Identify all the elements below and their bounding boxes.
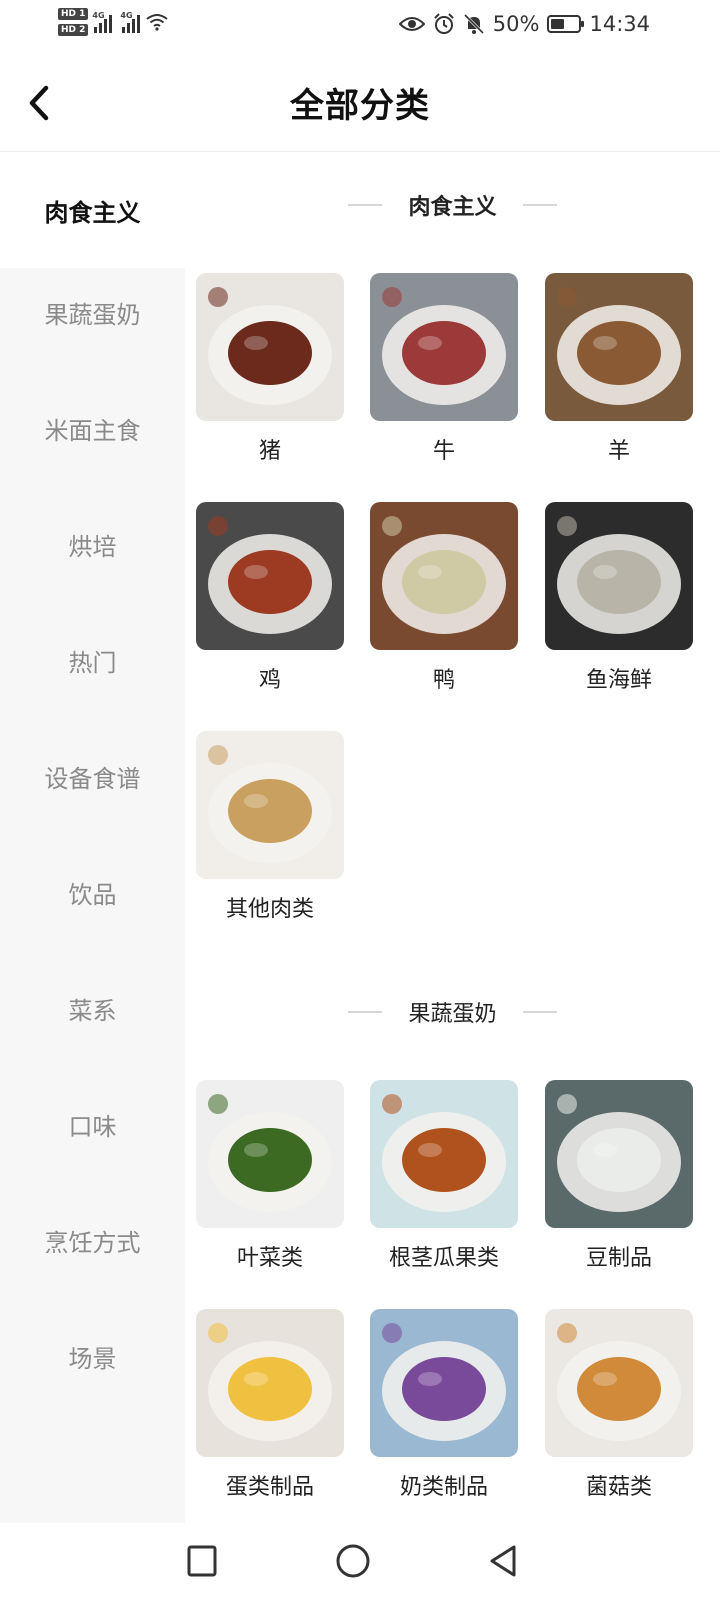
category-label: 蛋类制品: [225, 1475, 314, 1500]
category-card[interactable]: 其他肉类: [196, 731, 344, 923]
category-card[interactable]: 豆制品: [545, 1080, 693, 1272]
sidebar-item[interactable]: 饮品: [0, 834, 185, 950]
sidebar-item-label: 设备食谱: [44, 764, 141, 793]
category-label: 猪: [258, 439, 281, 464]
sidebar-item-label: 米面主食: [44, 416, 141, 445]
food-thumbnail: [370, 1309, 518, 1457]
sidebar-item[interactable]: 烹饪方式: [0, 1182, 185, 1298]
category-card[interactable]: 鱼海鲜: [545, 502, 693, 694]
sidebar-item[interactable]: 热门: [0, 602, 185, 718]
network-2-label: 4G: [120, 11, 133, 20]
category-card[interactable]: 根茎瓜果类: [370, 1080, 518, 1272]
clock: 14:34: [589, 12, 650, 36]
category-card[interactable]: 蛋类制品: [196, 1309, 344, 1501]
food-thumbnail: [196, 502, 344, 650]
status-bar: HD 1 HD 2 4G 4G 50% 14:34: [0, 0, 720, 56]
sidebar-item-label: 菜系: [68, 996, 117, 1025]
category-card[interactable]: 奶类制品: [370, 1309, 518, 1501]
page-title: 全部分类: [290, 86, 430, 126]
food-thumbnail: [545, 502, 693, 650]
category-label: 豆制品: [585, 1246, 652, 1271]
hd2-badge: HD 2: [58, 24, 89, 36]
divider: [522, 1011, 557, 1013]
category-card[interactable]: 菌菇类: [545, 1309, 693, 1501]
food-thumbnail: [545, 1080, 693, 1228]
food-thumbnail: [370, 502, 518, 650]
sidebar-item[interactable]: 果蔬蛋奶: [0, 254, 185, 370]
sidebar-item-label: 烘培: [68, 532, 117, 561]
status-right: 50% 14:34: [398, 12, 650, 36]
network-1-label: 4G: [92, 11, 105, 20]
signal-2-icon: 4G: [120, 11, 141, 33]
sidebar-item[interactable]: 米面主食: [0, 370, 185, 486]
category-content: 肉食主义猪 牛 羊鸡 鸭 鱼海鲜其他肉类果蔬蛋奶叶菜类 根茎瓜果类 豆制品蛋类制品 奶类制品 菌…: [185, 153, 720, 1523]
section-title-text: 肉食主义: [408, 195, 497, 220]
food-thumbnail: [370, 1080, 518, 1228]
sidebar-item[interactable]: 肉食主义: [0, 152, 185, 268]
section-title: 果蔬蛋奶: [185, 992, 720, 1032]
sidebar-item-label: 口味: [68, 1112, 117, 1141]
category-sidebar: 肉食主义果蔬蛋奶米面主食烘培热门设备食谱饮品菜系口味烹饪方式场景: [0, 152, 185, 1523]
category-label: 羊: [607, 439, 630, 464]
hd1-badge: HD 1: [58, 8, 89, 20]
divider: [522, 204, 557, 206]
sidebar-item-label: 热门: [68, 648, 117, 677]
category-card[interactable]: 叶菜类: [196, 1080, 344, 1272]
category-label: 鸭: [432, 668, 455, 693]
square-icon[interactable]: [180, 1539, 224, 1583]
category-label: 其他肉类: [225, 897, 314, 922]
mute-bell-icon: [463, 13, 484, 35]
battery-icon: [547, 15, 585, 33]
battery-fill: [551, 19, 565, 29]
food-thumbnail: [370, 273, 518, 421]
alarm-icon: [434, 13, 454, 34]
divider: [348, 204, 383, 206]
food-thumbnail: [196, 273, 344, 421]
food-thumbnail: [196, 1080, 344, 1228]
circle-icon[interactable]: [331, 1539, 375, 1583]
category-card[interactable]: 鸡: [196, 502, 344, 694]
battery-percent: 50%: [492, 12, 540, 36]
section-title: 肉食主义: [185, 185, 720, 225]
category-label: 鱼海鲜: [585, 668, 652, 693]
sidebar-item[interactable]: 烘培: [0, 486, 185, 602]
system-nav-bar: [0, 1523, 720, 1600]
food-thumbnail: [196, 731, 344, 879]
status-left: HD 1 HD 2 4G 4G: [58, 8, 169, 36]
sidebar-item-label: 饮品: [68, 880, 117, 909]
header: 全部分类: [0, 56, 720, 152]
category-card[interactable]: 羊: [545, 273, 693, 465]
sidebar-item[interactable]: 设备食谱: [0, 718, 185, 834]
category-label: 奶类制品: [399, 1475, 488, 1500]
sidebar-item-label: 果蔬蛋奶: [44, 300, 141, 329]
category-label: 牛: [432, 439, 455, 464]
sidebar-item-label: 烹饪方式: [44, 1228, 141, 1257]
category-card[interactable]: 猪: [196, 273, 344, 465]
food-thumbnail: [545, 273, 693, 421]
food-thumbnail: [545, 1309, 693, 1457]
category-label: 菌菇类: [585, 1475, 652, 1500]
section-title-text: 果蔬蛋奶: [408, 1002, 497, 1027]
wifi-icon: [146, 14, 169, 31]
category-card[interactable]: 鸭: [370, 502, 518, 694]
divider: [348, 1011, 383, 1013]
sidebar-item[interactable]: 场景: [0, 1298, 185, 1414]
sim-indicators: HD 1 HD 2: [58, 8, 89, 36]
sidebar-item-label: 场景: [68, 1344, 117, 1373]
food-thumbnail: [196, 1309, 344, 1457]
category-label: 叶菜类: [236, 1246, 303, 1271]
category-label: 鸡: [258, 668, 281, 693]
category-label: 根茎瓜果类: [388, 1246, 499, 1271]
signal-1-icon: 4G: [92, 11, 113, 33]
sidebar-item[interactable]: 菜系: [0, 950, 185, 1066]
sidebar-item[interactable]: 口味: [0, 1066, 185, 1182]
eye-icon: [398, 17, 425, 31]
sidebar-item-label: 肉食主义: [44, 198, 141, 227]
category-card[interactable]: 牛: [370, 273, 518, 465]
triangle-back-icon[interactable]: [482, 1539, 526, 1583]
